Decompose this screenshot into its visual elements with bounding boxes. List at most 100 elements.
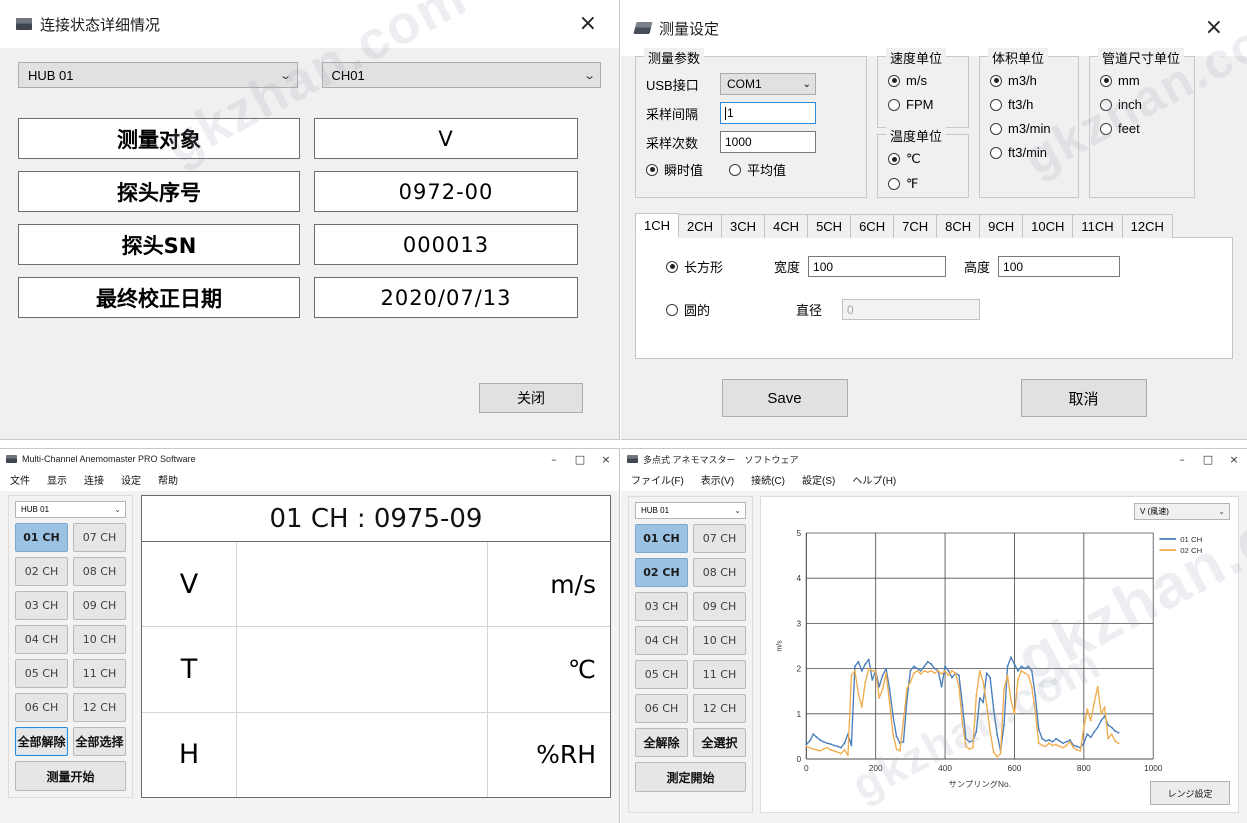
radio-shape-rectangle[interactable]: 长方形: [666, 257, 774, 276]
quantity-select[interactable]: V (風速) ⌄: [1134, 503, 1230, 520]
tab-6ch[interactable]: 6CH: [850, 214, 895, 238]
radio-volume-ft3min[interactable]: ft3/min: [990, 145, 1068, 160]
channel-select[interactable]: CH01 ⌄: [321, 62, 601, 88]
radio-pipe-mm[interactable]: mm: [1100, 73, 1184, 88]
panel3-menu-item-2[interactable]: 连接: [84, 472, 104, 487]
hub-select[interactable]: HUB 01 ⌄: [15, 501, 126, 518]
panel3-channel-button-09ch[interactable]: 09 CH: [73, 591, 126, 620]
panel3-channel-button-10ch[interactable]: 10 CH: [73, 625, 126, 654]
panel4-channel-button-05ch[interactable]: 05 CH: [635, 660, 688, 689]
panel4-channel-button-10ch[interactable]: 10 CH: [693, 626, 746, 655]
panel3-channel-button-03ch[interactable]: 03 CH: [15, 591, 68, 620]
radio-volume-m3h[interactable]: m3/h: [990, 73, 1068, 88]
tab-1ch[interactable]: 1CH: [635, 213, 680, 238]
height-label: 高度: [964, 260, 991, 275]
panel4-channel-button-12ch[interactable]: 12 CH: [693, 694, 746, 723]
panel4-menu-item-1[interactable]: 表示(V): [701, 472, 734, 487]
radio-temp-fahrenheit[interactable]: ℉: [888, 176, 958, 192]
close-icon[interactable]: ×: [1197, 17, 1231, 39]
panel4-channel-button-02ch[interactable]: 02 CH: [635, 558, 688, 587]
panel4-menu-item-0[interactable]: ファイル(F): [631, 472, 684, 487]
panel4-channel-button-01ch[interactable]: 01 CH: [635, 524, 688, 553]
close-button[interactable]: 关闭: [479, 383, 583, 413]
panel4-menu-item-4[interactable]: ヘルプ(H): [852, 472, 896, 487]
svg-text:サンプリングNo.: サンプリングNo.: [949, 779, 1011, 789]
count-input[interactable]: 1000: [720, 131, 816, 153]
panel3-channel-button-01ch[interactable]: 01 CH: [15, 523, 68, 552]
deselect-all-button[interactable]: 全部解除: [15, 727, 68, 756]
panel3-menu-item-3[interactable]: 设定: [121, 472, 141, 487]
panel3-channel-button-07ch[interactable]: 07 CH: [73, 523, 126, 552]
panel4-menu-item-2[interactable]: 接続(C): [751, 472, 785, 487]
radio-pipe-inch[interactable]: inch: [1100, 97, 1184, 112]
panel4-menu-item-3[interactable]: 設定(S): [802, 472, 835, 487]
panel3-channel-button-02ch[interactable]: 02 CH: [15, 557, 68, 586]
panel4-channel-button-04ch[interactable]: 04 CH: [635, 626, 688, 655]
select-all-button[interactable]: 全部选择: [73, 727, 126, 756]
deselect-all-button[interactable]: 全解除: [635, 728, 688, 757]
readout-rows: V m/s T ℃ H %RH: [142, 542, 610, 797]
width-input[interactable]: 100: [808, 256, 947, 277]
maximize-icon[interactable]: □: [567, 449, 593, 469]
radio-dot-icon: [1100, 122, 1112, 135]
radio-speed-ms[interactable]: m/s: [888, 73, 958, 88]
tab-7ch[interactable]: 7CH: [893, 214, 938, 238]
tab-11ch[interactable]: 11CH: [1072, 214, 1123, 238]
radio-speed-fpm[interactable]: FPM: [888, 97, 958, 112]
height-input[interactable]: 100: [998, 256, 1121, 277]
tab-8ch[interactable]: 8CH: [936, 214, 981, 238]
channel-selector-panel: HUB 01 ⌄ 01 CH 07 CH 02 CH 08 CH 03 CH 09 CH 0…: [8, 495, 133, 798]
radio-shape-circle[interactable]: 圆的: [666, 300, 774, 319]
tab-2ch[interactable]: 2CH: [678, 214, 723, 238]
radio-temp-celsius[interactable]: ℃: [888, 151, 958, 167]
connection-status-window: 连接状态详细情况 × HUB 01 ⌄ CH01 ⌄ 测量对象 V 探头序号 0…: [0, 0, 620, 440]
panel4-channel-button-06ch[interactable]: 06 CH: [635, 694, 688, 723]
radio-volume-ft3h[interactable]: ft3/h: [990, 97, 1068, 112]
select-all-button[interactable]: 全選択: [693, 728, 746, 757]
panel4-channel-button-07ch[interactable]: 07 CH: [693, 524, 746, 553]
close-icon[interactable]: ×: [1221, 449, 1247, 469]
close-icon[interactable]: ×: [571, 13, 605, 35]
panel3-channel-button-08ch[interactable]: 08 CH: [73, 557, 126, 586]
panel3-channel-button-04ch[interactable]: 04 CH: [15, 625, 68, 654]
cancel-button[interactable]: 取消: [1020, 379, 1147, 417]
range-settings-button[interactable]: レンジ設定: [1150, 781, 1230, 805]
radio-volume-m3min[interactable]: m3/min: [990, 121, 1068, 136]
save-button[interactable]: Save: [721, 379, 848, 417]
panel4-channel-button-08ch[interactable]: 08 CH: [693, 558, 746, 587]
hub-select[interactable]: HUB 01 ⌄: [635, 502, 746, 519]
radio-label: ft3/h: [1008, 97, 1034, 112]
panel3-menu-item-4[interactable]: 帮助: [158, 472, 178, 487]
tab-3ch[interactable]: 3CH: [721, 214, 766, 238]
tab-4ch[interactable]: 4CH: [764, 214, 809, 238]
panel4-channel-button-03ch[interactable]: 03 CH: [635, 592, 688, 621]
interval-input[interactable]: 1: [720, 102, 816, 124]
panel3-channel-button-11ch[interactable]: 11 CH: [73, 659, 126, 688]
tab-9ch[interactable]: 9CH: [979, 214, 1024, 238]
maximize-icon[interactable]: □: [1195, 449, 1221, 469]
panel3-channel-button-05ch[interactable]: 05 CH: [15, 659, 68, 688]
minimize-icon[interactable]: –: [541, 449, 567, 469]
radio-pipe-feet[interactable]: feet: [1100, 121, 1184, 136]
minimize-icon[interactable]: –: [1169, 449, 1195, 469]
hub-select[interactable]: HUB 01 ⌄: [18, 62, 298, 88]
close-icon[interactable]: ×: [593, 449, 619, 469]
radio-average-value[interactable]: 平均值: [729, 160, 786, 179]
panel3-channel-button-06ch[interactable]: 06 CH: [15, 693, 68, 722]
tab-12ch[interactable]: 12CH: [1121, 214, 1173, 238]
panel4-titlebar: 多点式 アネモマスター ソフトウェア – □ ×: [621, 449, 1247, 469]
panel4-channel-button-11ch[interactable]: 11 CH: [693, 660, 746, 689]
temperature-unit-group: 温度单位 ℃ ℉: [877, 126, 969, 198]
panel3-menu-item-0[interactable]: 文件: [10, 472, 30, 487]
usb-port-select[interactable]: COM1 ⌄: [720, 73, 816, 95]
panel3-menu-item-1[interactable]: 显示: [47, 472, 67, 487]
panel3-channel-button-12ch[interactable]: 12 CH: [73, 693, 126, 722]
radio-instant-value[interactable]: 瞬时值: [646, 160, 703, 179]
tab-10ch[interactable]: 10CH: [1022, 214, 1074, 238]
radio-label: ℃: [906, 151, 921, 166]
tab-5ch[interactable]: 5CH: [807, 214, 852, 238]
panel4-channel-button-09ch[interactable]: 09 CH: [693, 592, 746, 621]
chevron-down-icon: ⌄: [114, 505, 121, 514]
start-measurement-button[interactable]: 測定開始: [635, 762, 746, 792]
start-measurement-button[interactable]: 测量开始: [15, 761, 126, 791]
